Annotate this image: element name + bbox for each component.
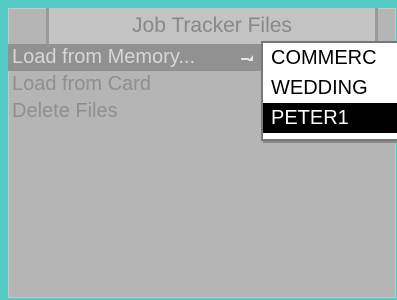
menu-item-label: Delete Files — [12, 100, 118, 122]
menu-item-load-from-memory[interactable]: Load from Memory... — [8, 44, 262, 71]
menu-item-label: Load from Card — [12, 73, 151, 95]
popup-item-peter1[interactable]: PETER1 — [263, 103, 397, 133]
menu-item-label: Load from Memory... — [12, 46, 196, 68]
main-screen: Job Tracker Files Load from Memory... Lo… — [8, 8, 397, 298]
menu-item-delete-files[interactable]: Delete Files — [8, 98, 268, 125]
submenu-arrow-icon — [241, 55, 253, 61]
file-menu: Load from Memory... Load from Card Delet… — [8, 44, 268, 125]
memory-files-popup: COMMERC WEDDING PETER1 — [261, 41, 397, 141]
popup-item-wedding[interactable]: WEDDING — [263, 73, 397, 103]
window-title: Job Tracker Files — [46, 8, 378, 45]
popup-item-commerc[interactable]: COMMERC — [263, 43, 397, 73]
menu-item-load-from-card[interactable]: Load from Card — [8, 71, 268, 98]
